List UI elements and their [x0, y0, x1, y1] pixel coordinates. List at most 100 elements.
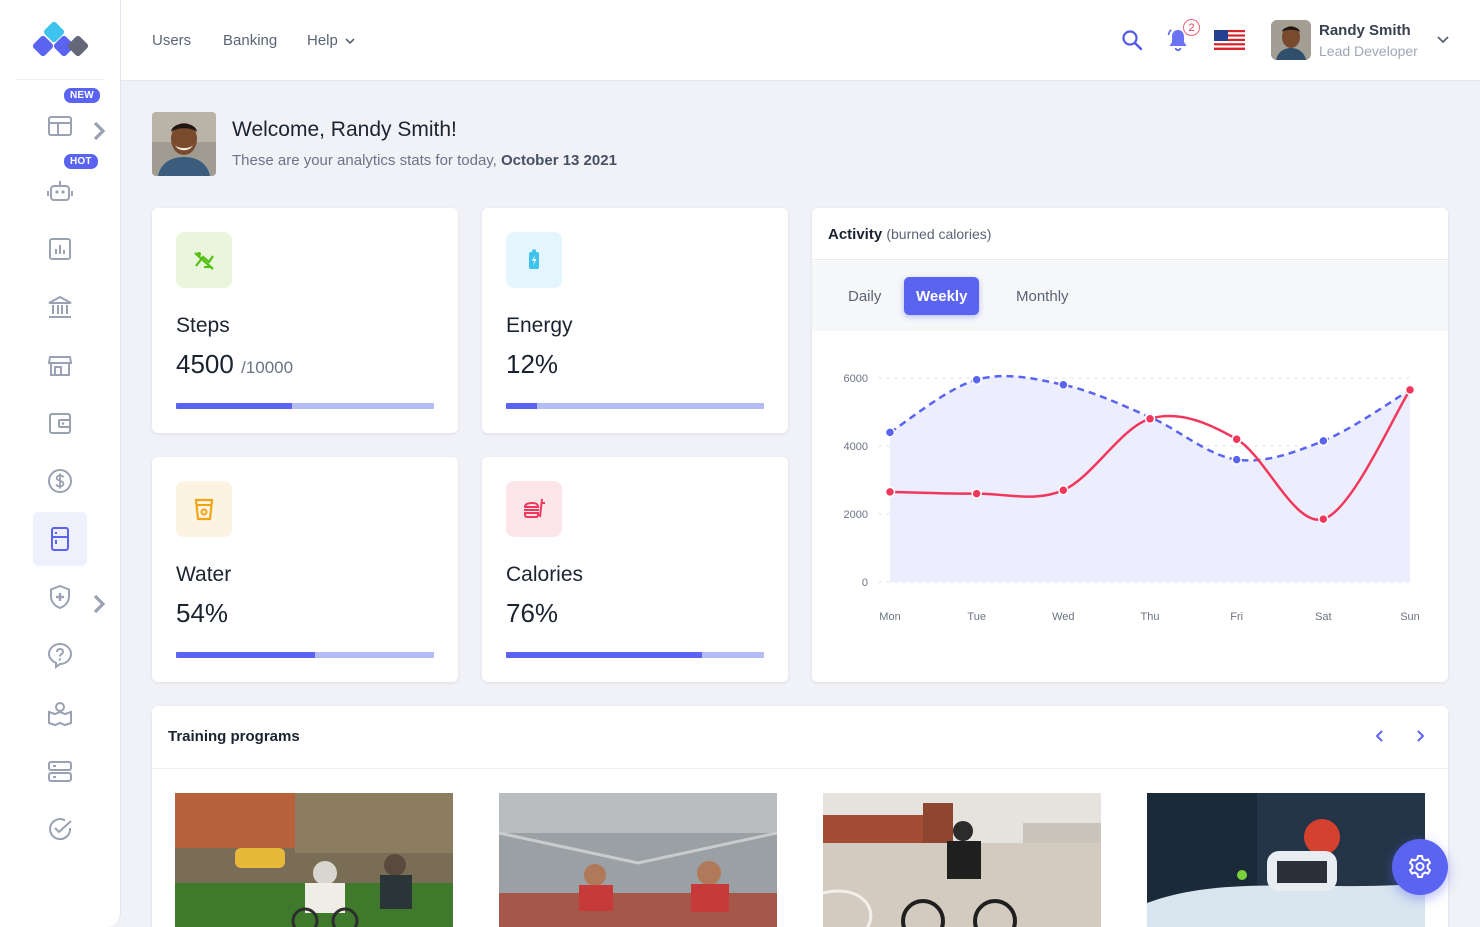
chevron-right-icon — [93, 594, 106, 614]
sidebar-item-wallet[interactable] — [33, 396, 87, 450]
sidebar: NEW HOT — [0, 0, 121, 927]
water-value: 54% — [176, 598, 229, 628]
steps-value: 4500 /10000 — [176, 349, 293, 380]
top-header: Users Banking Help 2 Randy Smith Lead De… — [121, 0, 1480, 81]
series-point-2 — [1318, 513, 1329, 525]
hot-badge: HOT — [62, 152, 100, 171]
steps-title: Steps — [176, 314, 230, 337]
sidebar-item-reports[interactable] — [33, 222, 87, 276]
map-user-icon — [48, 702, 72, 727]
training-photo-sprinters[interactable] — [499, 793, 777, 927]
activity-card: Activity (burned calories) Daily Weekly … — [812, 208, 1448, 682]
dollar-icon — [48, 469, 72, 493]
series-point-1 — [1318, 435, 1329, 447]
series-point-1 — [971, 374, 982, 385]
tab-daily[interactable]: Daily — [836, 277, 893, 315]
sidebar-item-help[interactable] — [33, 628, 87, 682]
bank-icon — [48, 295, 72, 318]
steps-progress-bar — [176, 403, 434, 409]
battery-icon — [506, 232, 562, 288]
energy-progress-bar — [506, 403, 764, 409]
search-icon[interactable] — [1121, 29, 1143, 51]
server-icon — [48, 761, 72, 782]
sidebar-item-map[interactable] — [33, 686, 87, 740]
calories-value: 76% — [506, 598, 559, 628]
nav-banking-label: Banking — [223, 32, 278, 49]
training-photo-cycling[interactable] — [175, 793, 453, 927]
water-progress-bar — [176, 652, 434, 658]
sidebar-item-servers[interactable] — [33, 744, 87, 798]
tab-monthly[interactable]: Monthly — [1004, 277, 1081, 315]
food-icon — [506, 481, 562, 537]
calories-card: Calories 76% — [482, 457, 788, 682]
chevron-down-icon — [345, 37, 355, 44]
training-divider — [152, 768, 1448, 769]
series-point-2 — [1058, 484, 1069, 496]
tab-weekly[interactable]: Weekly — [904, 277, 980, 315]
nav-users-label: Users — [152, 32, 192, 49]
sidebar-item-bank[interactable] — [33, 280, 87, 334]
user-role: Lead Developer — [1319, 43, 1418, 59]
x-tick-label: Fri — [1230, 611, 1243, 623]
nav-banking-link[interactable]: Banking — [223, 32, 277, 49]
chevron-right-icon[interactable] — [1412, 728, 1428, 744]
welcome-title: Welcome, Randy Smith! — [232, 118, 457, 141]
x-tick-label: Sun — [1400, 611, 1420, 623]
training-photo-road-cyclist[interactable] — [823, 793, 1101, 927]
wallet-icon — [49, 413, 71, 434]
sidebar-item-finance[interactable] — [33, 454, 87, 508]
sidebar-item-layouts[interactable]: NEW — [33, 86, 106, 152]
sidebar-divider — [16, 79, 104, 80]
x-tick-label: Wed — [1052, 611, 1074, 623]
activity-header: Activity (burned calories) — [812, 208, 1448, 260]
training-title: Training programs — [168, 728, 300, 745]
series-point-2 — [1231, 433, 1242, 445]
layout-icon — [48, 116, 72, 136]
shield-plus-icon — [50, 584, 70, 610]
sidebar-item-fitness[interactable] — [33, 512, 87, 566]
robot-icon — [47, 181, 73, 201]
energy-title: Energy — [506, 314, 573, 337]
nav-users-link[interactable]: Users — [152, 32, 191, 49]
x-tick-label: Tue — [967, 611, 986, 623]
notification-count-badge: 2 — [1183, 19, 1200, 36]
series-point-2 — [971, 488, 982, 499]
sidebar-item-tasks[interactable] — [33, 802, 87, 856]
new-badge: NEW — [62, 86, 102, 105]
series-point-1 — [1231, 454, 1242, 465]
calories-progress-bar — [506, 652, 764, 658]
gear-icon — [1409, 855, 1431, 878]
chevron-down-icon[interactable] — [1435, 33, 1451, 47]
user-avatar[interactable] — [1271, 20, 1311, 60]
series-point-1 — [1058, 379, 1069, 391]
nav-help-dropdown[interactable]: Help — [307, 32, 356, 49]
training-photo-snowboarder[interactable] — [1147, 793, 1425, 927]
y-tick-label: 6000 — [844, 373, 868, 385]
us-flag-icon[interactable] — [1214, 30, 1245, 50]
settings-fab[interactable] — [1392, 839, 1448, 895]
activity-title: Activity (burned calories) — [828, 226, 991, 243]
brand-logo[interactable] — [32, 20, 90, 62]
steps-value-number: 4500 — [176, 349, 234, 379]
welcome-avatar — [152, 112, 216, 176]
training-card: Training programs — [152, 706, 1448, 927]
check-circle-icon — [49, 818, 72, 841]
y-tick-label: 2000 — [844, 509, 868, 521]
user-name[interactable]: Randy Smith — [1319, 22, 1411, 39]
sidebar-item-robot[interactable]: HOT — [33, 152, 100, 218]
activity-subtitle: (burned calories) — [886, 226, 992, 242]
sidebar-item-store[interactable] — [33, 338, 87, 392]
energy-card: Energy 12% — [482, 208, 788, 433]
y-tick-label: 4000 — [844, 441, 868, 453]
series-area — [890, 376, 1410, 582]
welcome-subtitle-text: These are your analytics stats for today… — [232, 152, 497, 169]
help-icon — [47, 642, 73, 669]
water-title: Water — [176, 563, 232, 586]
energy-progress-fill — [506, 403, 537, 409]
activity-title-text: Activity — [828, 226, 883, 243]
water-progress-fill — [176, 652, 316, 658]
steps-icon — [176, 232, 232, 288]
calories-progress-fill — [506, 652, 703, 658]
sidebar-item-security[interactable] — [33, 570, 106, 624]
chevron-left-icon[interactable] — [1372, 728, 1388, 744]
